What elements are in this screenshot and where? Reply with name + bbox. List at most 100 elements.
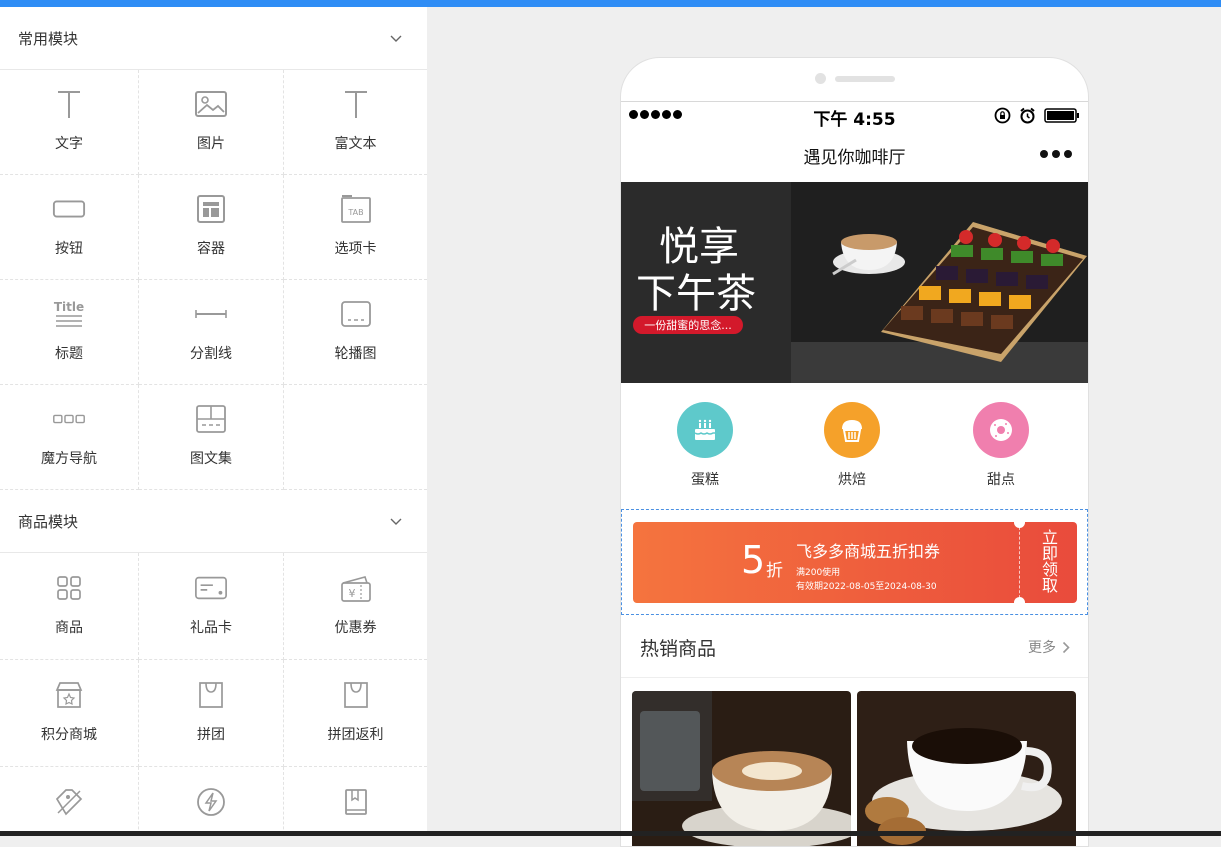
module-label: 选项卡	[334, 241, 377, 257]
latte-photo	[632, 691, 851, 846]
mini-program-navbar: 遇见你咖啡厅	[621, 130, 1088, 183]
section-header-goods[interactable]: 商品模块	[0, 490, 427, 553]
banner-graphic: 悦享 下午茶 一份甜蜜的思念...	[621, 182, 1088, 383]
banner-headline-1: 悦享	[659, 224, 739, 270]
category-label: 烘焙	[838, 472, 866, 488]
product-card-2[interactable]	[857, 691, 1076, 846]
module-points-mall[interactable]: 积分商城	[0, 660, 139, 767]
module-label: 容器	[197, 241, 225, 257]
category-dessert[interactable]: 甜点	[956, 402, 1046, 489]
rotation-lock-icon	[994, 107, 1011, 124]
module-tab[interactable]: TAB 选项卡	[284, 175, 427, 280]
module-rich-text[interactable]: 富文本	[284, 70, 427, 175]
banner-image[interactable]: 悦享 下午茶 一份甜蜜的思念...	[621, 182, 1088, 383]
module-button[interactable]: 按钮	[0, 175, 139, 280]
category-label: 蛋糕	[691, 472, 719, 488]
flash-sale-icon	[194, 785, 228, 819]
coupon-notch-bottom	[1014, 597, 1025, 603]
module-group-rebate[interactable]: 拼团返利	[284, 660, 427, 767]
module-coupon[interactable]: ¥ 优惠券	[284, 553, 427, 660]
coupon-condition: 满200使用	[796, 568, 841, 578]
cube-nav-icon	[52, 402, 86, 436]
more-menu-icon[interactable]	[1040, 150, 1072, 158]
image-icon	[194, 87, 228, 121]
phone-preview: 下午 4:55 遇见你咖啡厅 悦享 下午茶 一份甜蜜的思念... 蛋糕 烘焙 甜…	[620, 57, 1089, 847]
rich-text-icon	[339, 87, 373, 121]
module-image[interactable]: 图片	[139, 70, 284, 175]
top-accent-bar	[0, 0, 1221, 7]
coupon-discount-number: 5	[741, 538, 766, 582]
coupon-validity: 有效期2022-08-05至2024-08-30	[796, 582, 937, 592]
module-container[interactable]: 容器	[139, 175, 284, 280]
more-link[interactable]: 更多	[1028, 637, 1070, 657]
module-label: 轮播图	[334, 346, 377, 362]
category-nav: 蛋糕 烘焙 甜点	[621, 383, 1088, 509]
group-buy-icon	[194, 678, 228, 712]
module-book[interactable]	[284, 767, 427, 831]
goods-module-grid: 商品 礼品卡 ¥ 优惠券 积分商城 拼团 拼团返利	[0, 553, 427, 831]
book-icon	[339, 785, 373, 819]
module-text[interactable]: 文字	[0, 70, 139, 175]
module-divider[interactable]: 分割线	[139, 280, 284, 385]
banner-tagline: 一份甜蜜的思念...	[644, 318, 732, 332]
module-label: 分割线	[190, 346, 232, 362]
title-icon: Title	[52, 297, 86, 331]
module-label: 积分商城	[41, 727, 97, 743]
module-label: 魔方导航	[41, 451, 97, 467]
module-label: 优惠券	[334, 620, 377, 636]
empty-cell	[284, 385, 427, 490]
chevron-down-icon	[390, 518, 402, 525]
section-header-common[interactable]: 常用模块	[0, 7, 427, 70]
category-bakery[interactable]: 烘焙	[807, 402, 897, 489]
banner-headline-2: 下午茶	[636, 271, 756, 317]
svg-text:Title: Title	[54, 300, 84, 314]
module-carousel[interactable]: 轮播图	[284, 280, 427, 385]
claim-coupon-button[interactable]: 立即领取	[1033, 530, 1067, 594]
points-mall-icon	[52, 678, 86, 712]
svg-text:TAB: TAB	[347, 208, 363, 217]
coupon-block-selected[interactable]: 5 折 飞多多商城五折扣券 满200使用 有效期2022-08-05至2024-…	[621, 509, 1088, 615]
module-label: 标题	[55, 346, 83, 362]
module-image-text[interactable]: 图文集	[139, 385, 284, 490]
category-cake[interactable]: 蛋糕	[660, 402, 750, 489]
status-icons	[994, 107, 1080, 124]
module-label: 文字	[55, 136, 83, 152]
module-title[interactable]: Title 标题	[0, 280, 139, 385]
module-label: 商品	[55, 620, 83, 636]
component-sidebar: 常用模块 文字 图片 富文本 按钮 容器 TAB 选项卡 Title 标题 分割…	[0, 7, 427, 831]
svg-text:¥: ¥	[348, 587, 355, 600]
product-card-1[interactable]	[632, 691, 851, 846]
carousel-icon	[339, 297, 373, 331]
module-label: 礼品卡	[190, 620, 232, 636]
battery-icon	[1044, 108, 1079, 123]
goods-icon	[52, 571, 86, 605]
coupon-icon: ¥	[339, 571, 373, 605]
module-label: 图片	[197, 136, 225, 152]
black-coffee-photo	[857, 691, 1076, 846]
text-icon	[52, 87, 86, 121]
group-rebate-icon	[339, 678, 373, 712]
module-cube-nav[interactable]: 魔方导航	[0, 385, 139, 490]
alarm-icon	[1020, 107, 1035, 124]
more-label: 更多	[1028, 640, 1056, 656]
module-group-buy[interactable]: 拼团	[139, 660, 284, 767]
hot-products-header: 热销商品 更多	[621, 615, 1088, 678]
donut-icon	[973, 402, 1029, 458]
module-discount[interactable]	[0, 767, 139, 831]
category-label: 甜点	[987, 472, 1015, 488]
coupon-title: 飞多多商城五折扣券	[796, 542, 941, 561]
module-gift-card[interactable]: 礼品卡	[139, 553, 284, 660]
module-label: 富文本	[334, 136, 377, 152]
module-flash-sale[interactable]	[139, 767, 284, 831]
image-text-icon	[194, 402, 228, 436]
module-goods[interactable]: 商品	[0, 553, 139, 660]
coupon-card[interactable]: 5 折 飞多多商城五折扣券 满200使用 有效期2022-08-05至2024-…	[633, 522, 1077, 603]
gift-card-icon	[194, 571, 228, 605]
section-title: 常用模块	[18, 29, 79, 48]
module-label: 按钮	[55, 241, 83, 257]
module-label: 拼团	[197, 727, 225, 743]
container-icon	[194, 192, 228, 226]
camera-dot	[815, 73, 826, 84]
button-icon	[52, 192, 86, 226]
module-label: 拼团返利	[327, 727, 384, 743]
